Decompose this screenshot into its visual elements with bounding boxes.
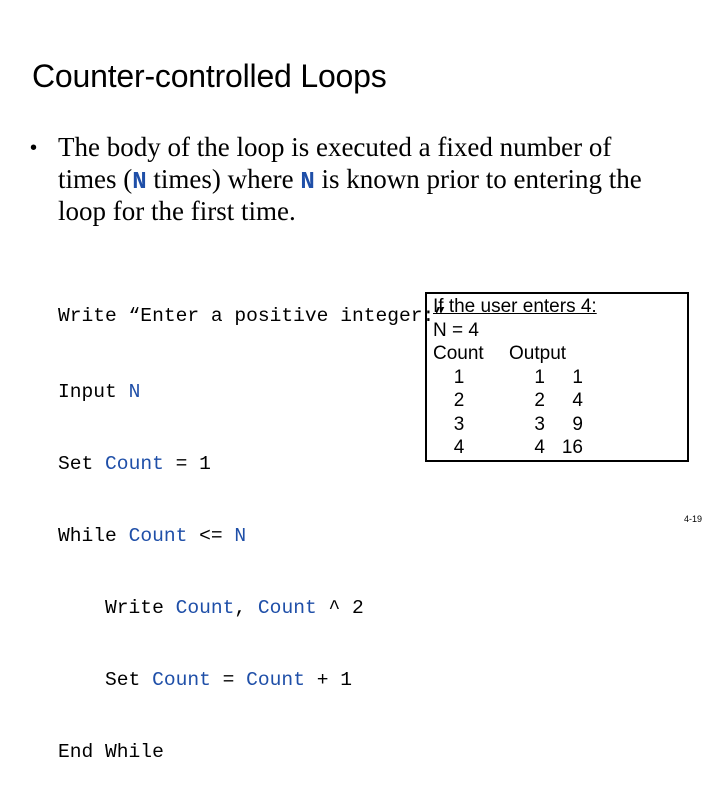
bullet-line-2: times (N times) where N is known prior t… [30,163,690,196]
code-variable: N [234,525,247,547]
code-line-while: While Count <= N [58,524,446,548]
bullet-text-2a: times ( [58,164,133,194]
bullet-text-3: loop for the first time. [58,196,296,226]
code-text: End While [58,741,164,763]
code-variable: Count [246,669,305,691]
column-header-count: Count [433,343,484,364]
code-text: Write [58,597,176,619]
code-line-end-while: End While [58,740,446,764]
trace-table-box: If the user enters 4: N = 4 Count Output … [425,292,689,462]
code-text: Set [58,669,153,691]
cell-output-square: 4 [572,390,583,411]
cell-count: 4 [453,437,465,458]
code-variable: N [128,381,141,403]
pseudocode-block: Write “Enter a positive integer:” Input … [58,256,446,788]
cell-count: 1 [453,366,465,388]
code-text: Write “Enter a positive integer:” [58,305,447,327]
code-text: , [234,597,258,619]
page-number: 4-19 [683,514,702,524]
variable-n: N [300,169,315,196]
cell-output-n: 4 [534,437,545,458]
code-variable: Count [175,597,235,619]
cell-output-square: 1 [572,366,583,388]
bullet-line-1: • The body of the loop is executed a fixe… [30,131,690,163]
trace-n-value: N = 4 [433,319,479,341]
code-text: Input [58,381,129,403]
code-variable: Count [128,525,188,547]
code-text: = [210,669,247,691]
cell-count: 3 [453,413,465,435]
slide-title: Counter-controlled Loops [32,58,387,94]
code-line-input: Input N [58,380,446,404]
cell-count: 2 [453,390,465,411]
code-text: ^ 2 [316,597,364,619]
code-text: <= [187,525,235,547]
code-variable: Count [257,597,317,619]
code-text: = 1 [163,453,211,475]
cell-output-square: 16 [561,437,583,458]
cell-output-n: 1 [534,366,545,388]
code-line-write-prompt: Write “Enter a positive integer:” [58,304,446,328]
bullet-text-1: The body of the loop is executed a fixed… [58,132,612,162]
variable-n: N [132,169,147,196]
trace-row: 3 3 9 [433,413,683,437]
trace-row: 1 1 1 [433,366,683,390]
code-line-write-count: Write Count, Count ^ 2 [58,596,446,620]
trace-row: 4 4 16 [433,436,683,460]
bullet-line-3: loop for the first time. [30,195,690,227]
code-variable: Count [152,669,211,691]
cell-output-n: 2 [534,390,545,411]
bullet-text-2b: times) where [146,164,301,194]
code-line-set-count: Set Count = 1 [58,452,446,476]
code-line-increment: Set Count = Count + 1 [58,668,446,692]
code-text: + 1 [304,669,352,691]
trace-row: 2 2 4 [433,389,683,413]
code-variable: Count [105,453,164,475]
trace-heading: If the user enters 4: [433,296,597,317]
bullet-point: • The body of the loop is executed a fixe… [30,131,690,227]
code-text: While [58,525,129,547]
trace-column-headers: Count Output [433,342,683,366]
bullet-text-2c: is known prior to entering the [314,164,642,194]
column-header-output: Output [509,343,567,364]
bullet-marker-icon: • [30,137,38,159]
code-text: Set [58,453,106,475]
cell-output-n: 3 [534,413,545,435]
cell-output-square: 9 [572,413,583,435]
